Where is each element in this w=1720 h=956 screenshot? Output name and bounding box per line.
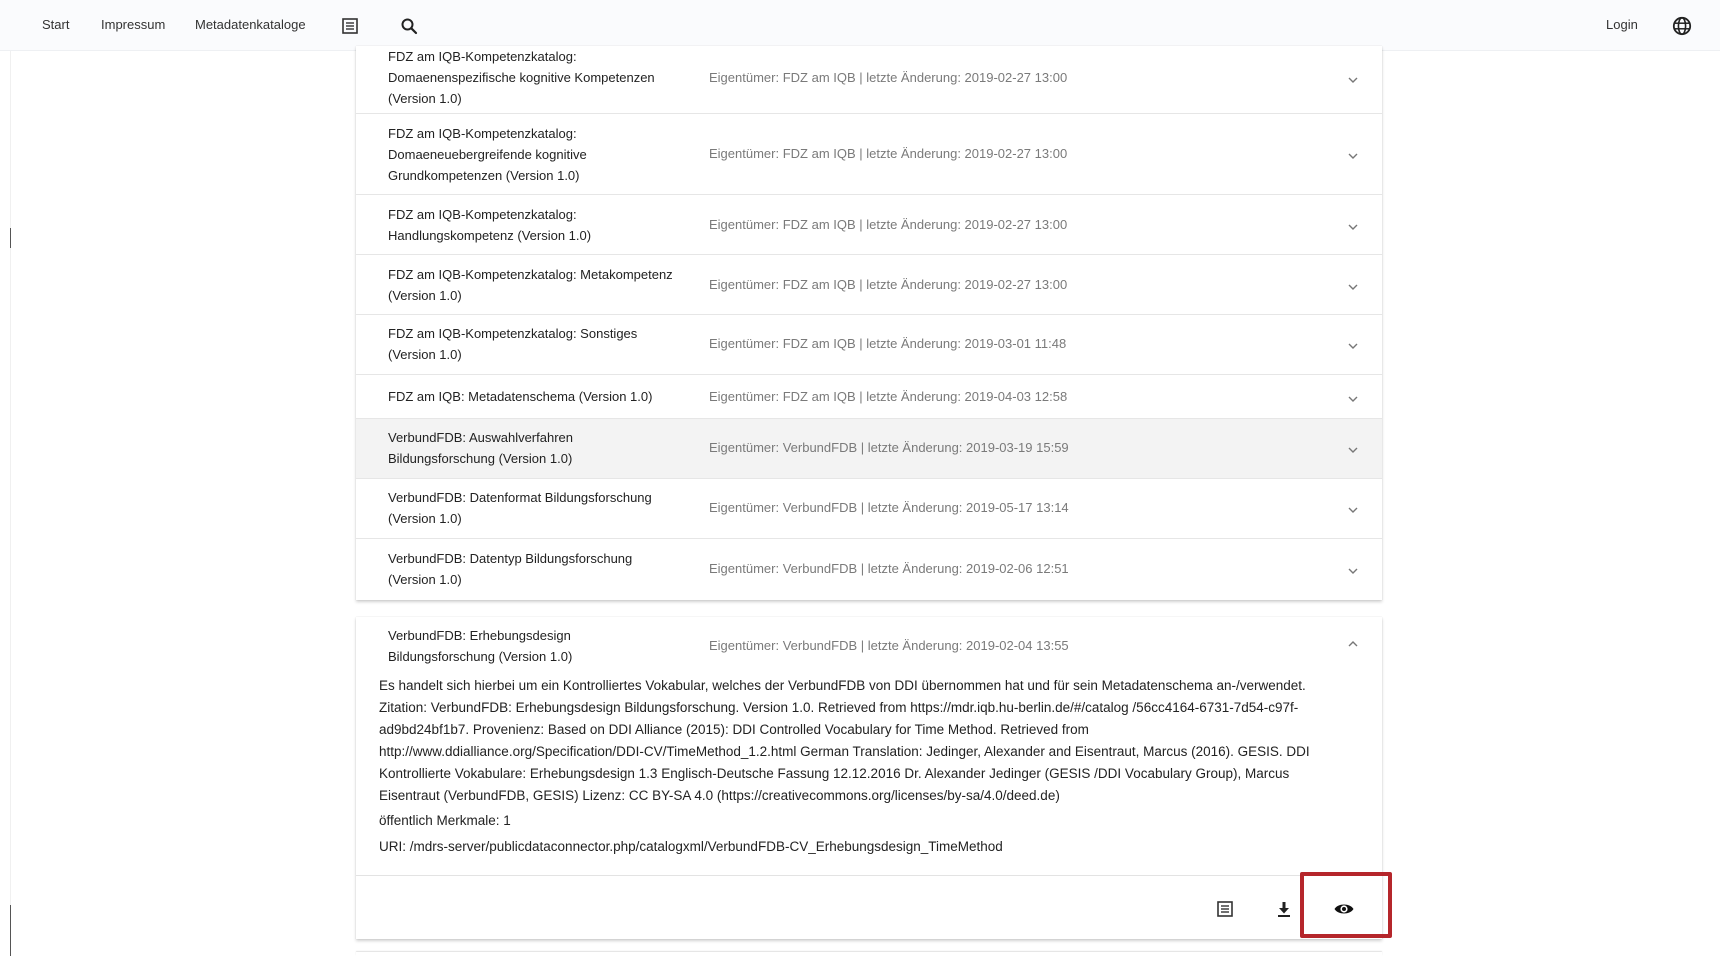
catalog-title: VerbundFDB: Auswahlverfahren Bildungsfor… (388, 430, 573, 466)
catalog-title: VerbundFDB: Datentyp Bildungsforschung (… (388, 551, 633, 587)
catalog-title: VerbundFDB: Datenformat Bildungsforschun… (388, 490, 652, 526)
catalog-meta: Eigentümer: FDZ am IQB | letzte Änderung… (709, 70, 1068, 85)
catalog-row[interactable]: FDZ am IQB-Kompetenzkatalog: Domaenenspe… (356, 46, 1382, 114)
catalog-row[interactable]: VerbundFDB: Auswahlverfahren Bildungsfor… (356, 419, 1382, 479)
nav-start-link[interactable]: Start (42, 17, 69, 32)
chevron-down-icon[interactable] (1346, 564, 1360, 578)
catalog-title: FDZ am IQB: Metadatenschema (Version 1.0… (388, 389, 653, 404)
download-catalog-button[interactable] (1270, 895, 1298, 923)
catalog-list: FDZ am IQB-Kompetenzkatalog: Domaenenspe… (356, 46, 1382, 600)
catalog-title: VerbundFDB: Erhebungsdesign Bildungsfors… (388, 628, 573, 664)
catalog-meta: Eigentümer: FDZ am IQB | letzte Änderung… (709, 336, 1067, 351)
globe-icon (1672, 16, 1692, 36)
catalog-title: FDZ am IQB-Kompetenzkatalog: Sonstiges (… (388, 326, 638, 362)
catalog-public-feature-count: öffentlich Merkmale: 1 (379, 813, 511, 828)
catalog-title: FDZ am IQB-Kompetenzkatalog: Domaeneuebe… (388, 126, 587, 183)
nav-impressum-link[interactable]: Impressum (101, 17, 165, 32)
search-button[interactable] (395, 12, 423, 40)
window-edge-mark (10, 228, 11, 248)
next-catalog-panel-edge (356, 952, 1382, 956)
catalog-title: FDZ am IQB-Kompetenzkatalog: Handlungsko… (388, 207, 592, 243)
chevron-down-icon[interactable] (1346, 220, 1360, 234)
chevron-down-icon[interactable] (1346, 73, 1360, 87)
expanded-catalog-header[interactable]: VerbundFDB: Erhebungsdesign Bildungsfors… (356, 617, 1382, 675)
top-nav-bar: Start Impressum Metadatenkataloge Login (0, 0, 1720, 51)
catalog-row[interactable]: FDZ am IQB-Kompetenzkatalog: Sonstiges (… (356, 315, 1382, 375)
actions-divider (356, 875, 1382, 876)
chevron-down-icon[interactable] (1346, 443, 1360, 457)
chevron-down-icon[interactable] (1346, 339, 1360, 353)
catalog-row[interactable]: FDZ am IQB-Kompetenzkatalog: Metakompete… (356, 255, 1382, 315)
chevron-down-icon[interactable] (1346, 503, 1360, 517)
catalog-meta: Eigentümer: FDZ am IQB | letzte Änderung… (709, 277, 1068, 292)
highlight-annotation (1300, 872, 1392, 938)
catalog-row[interactable]: VerbundFDB: Datentyp Bildungsforschung (… (356, 539, 1382, 600)
chevron-down-icon[interactable] (1346, 280, 1360, 294)
chevron-down-icon[interactable] (1346, 392, 1360, 406)
catalog-title: FDZ am IQB-Kompetenzkatalog: Metakompete… (388, 267, 673, 303)
nav-metadatenkataloge-link[interactable]: Metadatenkataloge (195, 17, 306, 32)
catalog-meta: Eigentümer: VerbundFDB | letzte Änderung… (709, 440, 1069, 455)
catalog-meta: Eigentümer: FDZ am IQB | letzte Änderung… (709, 389, 1068, 404)
catalog-row[interactable]: FDZ am IQB-Kompetenzkatalog: Handlungsko… (356, 195, 1382, 255)
search-icon (401, 18, 418, 35)
login-link[interactable]: Login (1606, 17, 1638, 32)
catalog-description: Es handelt sich hierbei um ein Kontrolli… (379, 678, 1310, 803)
catalog-uri: URI: /mdrs-server/publicdataconnector.ph… (379, 839, 1003, 854)
window-edge (10, 0, 11, 956)
catalog-meta: Eigentümer: FDZ am IQB | letzte Änderung… (709, 146, 1068, 161)
catalog-meta: Eigentümer: VerbundFDB | letzte Änderung… (709, 638, 1069, 653)
expanded-catalog-panel: VerbundFDB: Erhebungsdesign Bildungsfors… (356, 617, 1382, 939)
catalog-meta: Eigentümer: FDZ am IQB | letzte Änderung… (709, 217, 1068, 232)
catalog-row[interactable]: FDZ am IQB: Metadatenschema (Version 1.0… (356, 375, 1382, 419)
catalog-row[interactable]: FDZ am IQB-Kompetenzkatalog: Domaeneuebe… (356, 114, 1382, 195)
list-icon (1217, 901, 1233, 917)
download-icon (1278, 902, 1290, 917)
catalog-title: FDZ am IQB-Kompetenzkatalog: Domaenenspe… (388, 49, 655, 106)
list-icon (342, 18, 358, 34)
catalog-meta: Eigentümer: VerbundFDB | letzte Änderung… (709, 500, 1069, 515)
show-catalog-list-button[interactable] (1211, 895, 1239, 923)
chevron-up-icon[interactable] (1346, 637, 1360, 651)
catalog-meta: Eigentümer: VerbundFDB | letzte Änderung… (709, 561, 1069, 576)
catalog-row[interactable]: VerbundFDB: Datenformat Bildungsforschun… (356, 479, 1382, 539)
list-view-button[interactable] (336, 12, 364, 40)
window-edge-mark (10, 905, 11, 956)
chevron-down-icon[interactable] (1346, 149, 1360, 163)
language-button[interactable] (1668, 12, 1696, 40)
